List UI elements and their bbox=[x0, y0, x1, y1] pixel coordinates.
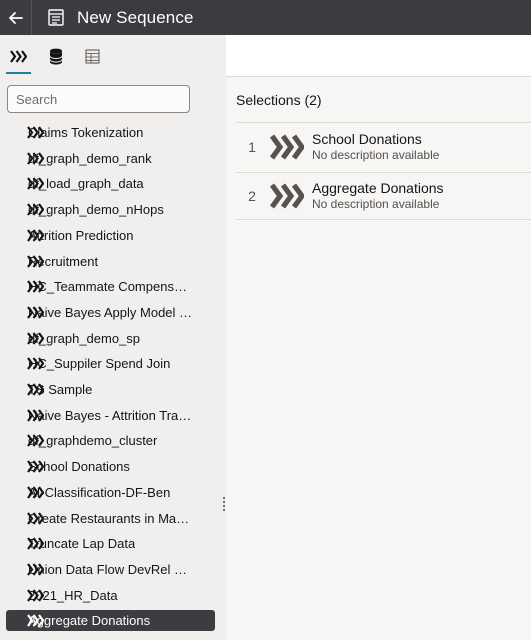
selection-name: Aggregate Donations bbox=[312, 180, 444, 196]
list-item-label: HC_Teammate Compensat… bbox=[28, 279, 193, 295]
selection-name: School Donations bbox=[312, 130, 422, 147]
list-item-label: Naive Bayes - Attrition Trai… bbox=[28, 407, 193, 423]
list-item-label: Truncate Lap Data bbox=[28, 536, 136, 552]
selection-number: 1 bbox=[248, 138, 256, 155]
list-item[interactable]: Recruitment bbox=[6, 251, 215, 272]
list-item-label: Union Data Flow DevRel an… bbox=[28, 561, 193, 577]
chevrons-icon bbox=[27, 486, 45, 499]
list-item[interactable]: df_graph_demo_rank bbox=[6, 148, 215, 169]
right-toolbar-area bbox=[226, 35, 531, 76]
selection-text: Aggregate Donations No description availa… bbox=[312, 180, 444, 212]
search-input[interactable] bbox=[7, 85, 190, 113]
list-item-label: HC_Suppiler Spend Join bbox=[28, 356, 171, 372]
page-title: New Sequence bbox=[77, 7, 194, 27]
left-panel: Claims Tokenization df_graph_demo_rank df_… bbox=[0, 35, 226, 640]
chevrons-icon bbox=[27, 152, 45, 165]
list-item[interactable]: df_graphdemo_cluster bbox=[6, 430, 215, 451]
object-type-tabs bbox=[0, 35, 226, 77]
arrow-left-icon bbox=[8, 11, 23, 24]
chevrons-icon bbox=[27, 229, 45, 242]
back-button[interactable] bbox=[0, 0, 32, 35]
chevrons-icon bbox=[27, 254, 45, 268]
list-item-label: Claims Tokenization bbox=[28, 125, 144, 140]
list-item[interactable]: Naive Bayes - Attrition Trai… bbox=[6, 405, 215, 426]
chevrons-icon bbox=[27, 434, 45, 448]
list-item-label: df_graph_demo_sp bbox=[28, 330, 141, 346]
chevrons-icon bbox=[27, 383, 45, 396]
list-item-label: Aggregate Donations bbox=[28, 613, 151, 629]
chevrons-icon bbox=[27, 563, 45, 576]
chevrons-icon bbox=[27, 614, 45, 627]
list-item[interactable]: Attrition Prediction bbox=[6, 225, 215, 246]
list-item[interactable]: df_graph_demo_sp bbox=[6, 328, 215, 349]
chevrons-icon bbox=[27, 357, 45, 370]
list-item-label: AI-Classification-DF-Ben bbox=[28, 484, 171, 500]
tab-tables[interactable] bbox=[74, 35, 111, 77]
tab-data-flows[interactable] bbox=[0, 35, 37, 77]
chevrons-icon bbox=[27, 460, 45, 473]
database-icon bbox=[49, 48, 62, 64]
selection-number: 2 bbox=[248, 188, 256, 204]
app-header: New Sequence bbox=[0, 0, 531, 35]
chevrons-icon bbox=[27, 126, 45, 139]
list-item-label: df_graph_demo_nHops bbox=[28, 202, 164, 218]
list-item[interactable]: Naive Bayes Apply Model - … bbox=[6, 302, 215, 323]
list-item-label: df_load_graph_data bbox=[28, 176, 144, 192]
chevrons-icon bbox=[27, 409, 45, 422]
chevrons-icon bbox=[27, 306, 45, 319]
list-item-label: Naive Bayes Apply Model - … bbox=[28, 304, 193, 320]
list-item[interactable]: HC_Teammate Compensat… bbox=[6, 276, 215, 297]
selection-text: School Donations No description available bbox=[312, 131, 439, 163]
list-item[interactable]: School Donations bbox=[6, 456, 215, 477]
selection-row[interactable]: 2 Aggregate Donations No description avail… bbox=[236, 172, 531, 220]
selections-title: Selections (2) bbox=[236, 92, 322, 108]
chevrons-icon bbox=[27, 511, 45, 525]
list-item[interactable]: AI-Classification-DF-Ben bbox=[6, 482, 215, 503]
list-item[interactable]: df_graph_demo_nHops bbox=[6, 199, 215, 220]
selection-row[interactable]: 1 School Donations No description availabl… bbox=[236, 122, 531, 170]
chevrons-icon bbox=[27, 203, 45, 216]
chevrons-icon bbox=[27, 177, 45, 191]
table-icon bbox=[85, 48, 100, 64]
tab-database[interactable] bbox=[37, 35, 74, 77]
chevrons-icon bbox=[27, 280, 45, 293]
list-item-label: Create Restaurants in Mad… bbox=[28, 510, 193, 526]
list-item[interactable]: Create Restaurants in Mad… bbox=[6, 508, 215, 529]
list-item[interactable]: HC_Suppiler Spend Join bbox=[6, 353, 215, 374]
chevrons-icon bbox=[27, 588, 45, 602]
list-item[interactable]: df_load_graph_data bbox=[6, 173, 215, 194]
selection-description: No description available bbox=[312, 197, 440, 211]
list-item[interactable]: Union Data Flow DevRel an… bbox=[6, 559, 215, 580]
chevrons-icon bbox=[27, 537, 45, 550]
selection-description: No description available bbox=[312, 147, 440, 162]
selections-panel: Selections (2) 1 School Donations No descr… bbox=[226, 76, 531, 640]
chevrons-icon bbox=[10, 49, 27, 63]
list-item-label: df_graph_demo_rank bbox=[28, 150, 152, 166]
chevrons-icon bbox=[269, 133, 306, 160]
list-item-label: df_graphdemo_cluster bbox=[28, 433, 158, 449]
chevrons-icon bbox=[27, 331, 45, 345]
list-item[interactable]: Claims Tokenization bbox=[6, 122, 215, 143]
list-item[interactable]: Truncate Lap Data bbox=[6, 533, 215, 554]
list-item[interactable]: 2021_HR_Data bbox=[6, 585, 215, 606]
list-item[interactable]: Aggregate Donations bbox=[6, 610, 215, 632]
list-item[interactable]: TS Sample bbox=[6, 379, 215, 400]
chevrons-icon bbox=[269, 183, 306, 209]
sequence-icon bbox=[48, 9, 66, 27]
